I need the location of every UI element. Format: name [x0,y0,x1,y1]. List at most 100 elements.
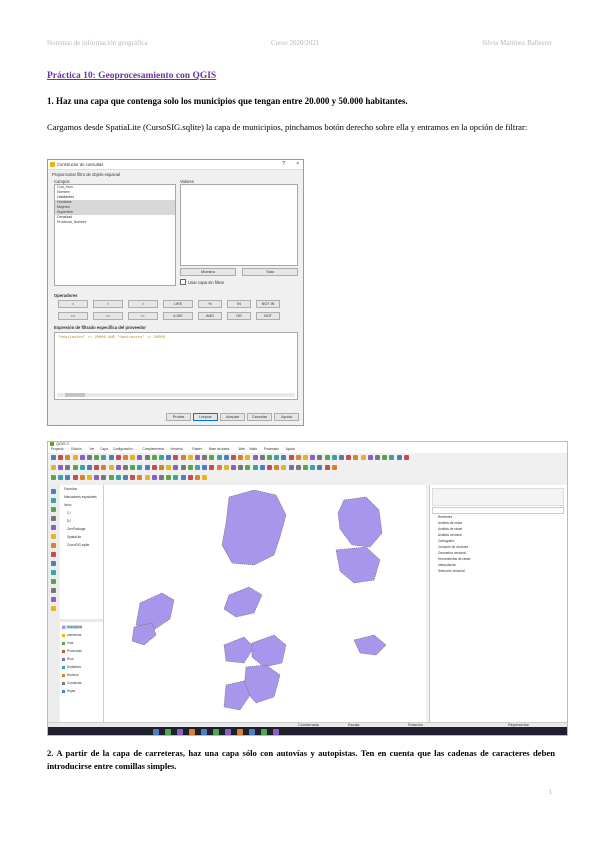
municipality-polygon[interactable] [223,586,263,618]
all-button[interactable]: Todo [242,268,298,276]
toolbar-tool-icon[interactable] [94,465,100,470]
toolbar-tool-icon[interactable] [367,455,373,460]
processing-item[interactable]: Análisis vectorial [438,533,462,537]
toolbar-tool-icon[interactable] [223,465,229,470]
toolbar-tool-icon[interactable] [252,465,258,470]
fields-list[interactable]: Cod_mun Nombre Habitantes Hombres Mujeres Sup… [54,184,176,286]
toolbar-tool-icon[interactable] [51,455,56,460]
toolbar-tool-icon[interactable] [115,455,121,460]
toolbar-tool-icon[interactable] [202,465,208,470]
menu-item[interactable]: Complementos [143,447,164,451]
map-canvas[interactable] [104,485,426,722]
horizontal-scrollbar[interactable] [57,393,295,397]
browser-item[interactable]: D:\ [67,519,71,523]
taskbar-app-icon[interactable] [225,729,231,735]
processing-item[interactable]: Análisis de ráster [438,527,462,531]
processing-item[interactable]: Selección vectorial [438,569,465,573]
digitizing-tool-icon[interactable] [51,507,56,512]
browser-item[interactable]: Inicio [64,503,71,507]
browser-item[interactable]: C:\ [67,511,71,515]
taskbar-app-icon[interactable] [177,729,183,735]
menu-item[interactable]: Malla [249,447,257,451]
toolbar-tool-icon[interactable] [159,455,164,460]
toolbar-tool-icon[interactable] [209,455,215,460]
municipality-polygon[interactable] [223,636,255,664]
toolbar-tool-icon[interactable] [65,465,71,470]
toolbar-tool-icon[interactable] [58,475,64,480]
digitizing-tool-icon[interactable] [51,552,56,557]
values-list[interactable] [180,184,298,266]
processing-item[interactable]: Geometría vectorial [438,551,466,555]
processing-item[interactable]: Recientes [438,515,452,519]
toolbar-tool-icon[interactable] [331,465,337,470]
toolbar-tool-icon[interactable] [281,455,287,460]
toolbar-tool-icon[interactable] [72,455,78,460]
ok-button[interactable]: Aceptar [220,413,245,421]
digitizing-tool-icon[interactable] [51,561,56,566]
toolbar-tool-icon[interactable] [58,465,64,470]
scrollbar-thumb[interactable] [65,393,85,397]
toolbar-tool-icon[interactable] [353,455,359,460]
layer-item[interactable]: municipios [62,625,83,629]
municipality-polygon[interactable] [243,664,281,704]
taskbar-app-icon[interactable] [273,729,279,735]
toolbar-tool-icon[interactable] [389,455,395,460]
operator-button[interactable]: IN [227,300,251,308]
browser-item[interactable]: SpatiaLite [67,535,81,539]
operator-button[interactable]: < [93,300,123,308]
toolbar-tool-icon[interactable] [115,475,121,480]
menu-item[interactable]: Base de datos [209,447,229,451]
menu-item[interactable]: Ver [90,447,95,451]
toolbar-tool-icon[interactable] [151,465,157,470]
operator-button[interactable]: OR [227,312,251,320]
clear-button[interactable]: Limpiar [193,413,218,421]
taskbar-app-icon[interactable] [261,729,267,735]
municipality-polygon[interactable] [221,489,287,566]
municipality-polygon[interactable] [131,622,157,646]
toolbar-tool-icon[interactable] [51,465,56,470]
toolbar-tool-icon[interactable] [216,465,222,470]
processing-item[interactable]: Cartografía [438,539,454,543]
toolbar-tool-icon[interactable] [339,455,344,460]
menu-item[interactable]: Capa [100,447,108,451]
operator-button[interactable]: <= [58,312,88,320]
digitizing-tool-icon[interactable] [51,588,56,593]
toolbar-tool-icon[interactable] [144,455,150,460]
toolbar-tool-icon[interactable] [173,465,179,470]
municipality-polygon[interactable] [353,634,387,656]
digitizing-tool-icon[interactable] [51,570,56,575]
toolbar-tool-icon[interactable] [137,475,143,480]
close-icon[interactable]: × [296,161,299,167]
toolbar-tool-icon[interactable] [173,475,179,480]
toolbar-tool-icon[interactable] [180,465,186,470]
browser-item[interactable]: GeoPackage [67,527,85,531]
toolbar-tool-icon[interactable] [331,455,337,460]
toolbar-tool-icon[interactable] [180,455,186,460]
browser-item[interactable]: Favoritos [64,487,77,491]
toolbar-tool-icon[interactable] [238,455,244,460]
toolbar-tool-icon[interactable] [101,475,107,480]
field-item[interactable]: Provincia_Nombre [55,220,175,225]
use-unfiltered-checkbox[interactable] [180,279,186,285]
toolbar-tool-icon[interactable] [317,455,323,460]
toolbar-tool-icon[interactable] [303,465,308,470]
toolbar-tool-icon[interactable] [130,475,136,480]
toolbar-tool-icon[interactable] [259,455,265,460]
toolbar-tool-icon[interactable] [101,465,107,470]
toolbar-tool-icon[interactable] [346,455,352,460]
toolbar-tool-icon[interactable] [187,465,193,470]
toolbar-tool-icon[interactable] [79,455,85,460]
panel-splitter[interactable] [60,619,103,622]
toolbar-tool-icon[interactable] [223,455,229,460]
toolbar-tool-icon[interactable] [274,465,280,470]
operator-button[interactable]: % [198,300,222,308]
toolbar-tool-icon[interactable] [166,455,172,460]
processing-item[interactable]: Interpolación [438,563,456,567]
expression-editor[interactable]: "Habitantes" >= 20000 AND "Habitantes" <… [54,332,298,400]
toolbar-tool-icon[interactable] [108,475,114,480]
toolbar-tool-icon[interactable] [295,465,301,470]
toolbar-tool-icon[interactable] [108,455,114,460]
use-unfiltered-row[interactable]: Usar capa sin filtrar [180,279,224,285]
toolbar-tool-icon[interactable] [166,475,172,480]
taskbar-app-icon[interactable] [189,729,195,735]
